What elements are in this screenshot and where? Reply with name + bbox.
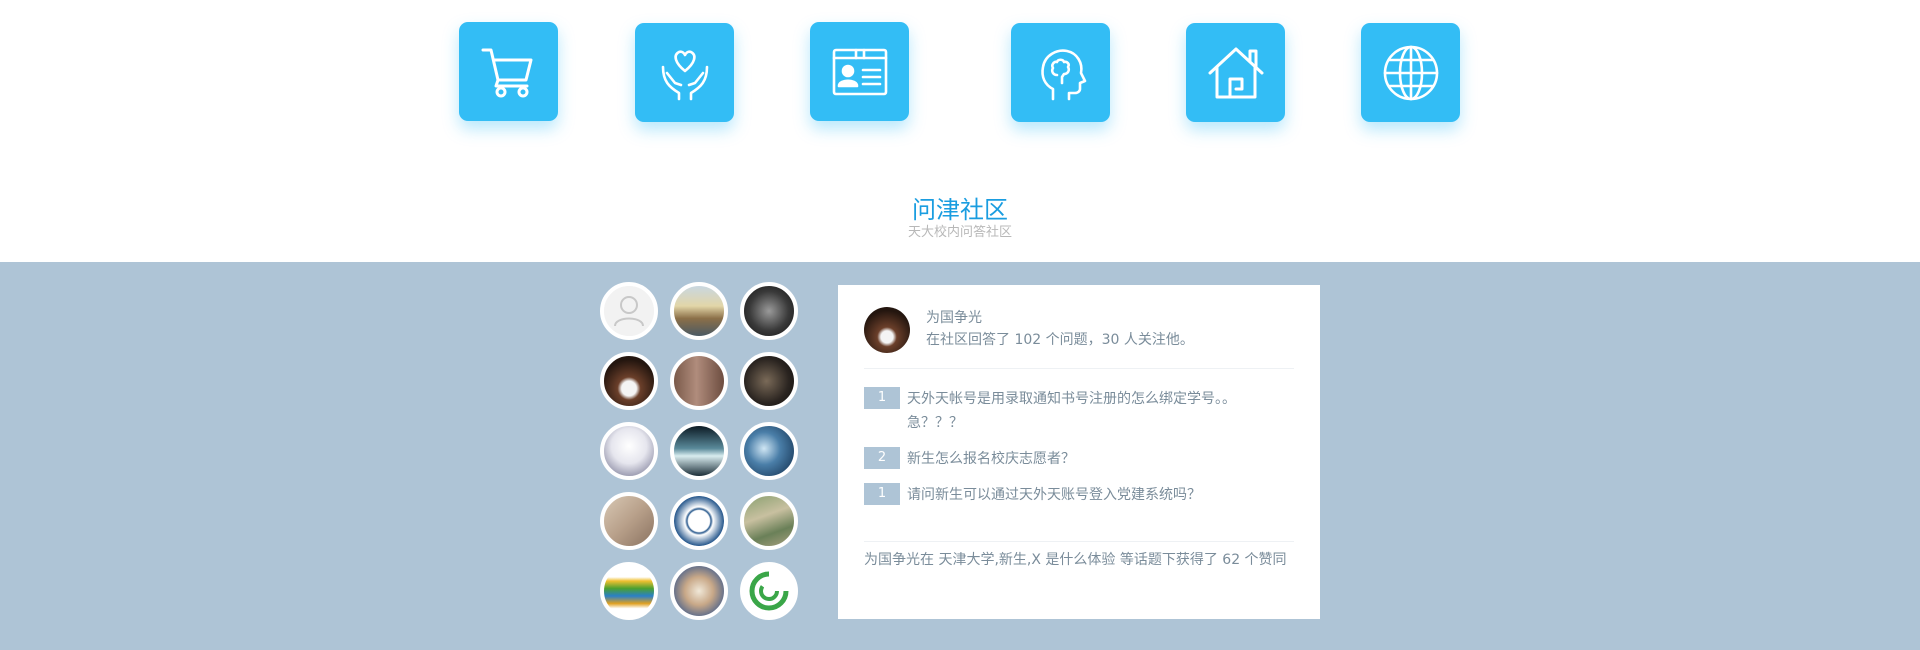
avatar-door[interactable] (670, 352, 728, 410)
home-tile[interactable] (1186, 23, 1285, 122)
list-item[interactable]: 1 请问新生可以通过天外天账号登入党建系统吗？ (864, 483, 1294, 507)
id-card-icon (832, 48, 887, 95)
user-card-header: 为国争光 在社区回答了 102 个问题，30 人关注他。 (864, 307, 1294, 369)
avatar-university-seal[interactable] (670, 492, 728, 550)
globe-icon (1383, 45, 1438, 100)
list-item[interactable]: 1 天外天帐号是用录取通知书号注册的怎么绑定学号。。急？？？ (864, 387, 1294, 435)
avatar-default[interactable] (600, 282, 658, 340)
avatar-aerial-campus[interactable] (740, 492, 798, 550)
avatar-basketball-player[interactable] (600, 352, 658, 410)
home-icon (1208, 47, 1263, 98)
list-item[interactable]: 2 新生怎么报名校庆志愿者？ (864, 447, 1294, 471)
user-card: 为国争光 在社区回答了 102 个问题，30 人关注他。 1 天外天帐号是用录取… (838, 285, 1320, 619)
globe-tile[interactable] (1361, 23, 1460, 122)
avatar-blue-abstract[interactable] (740, 422, 798, 480)
question-list: 1 天外天帐号是用录取通知书号注册的怎么绑定学号。。急？？？ 2 新生怎么报名校… (864, 387, 1294, 542)
community-panel: 为国争光 在社区回答了 102 个问题，30 人关注他。 1 天外天帐号是用录取… (0, 262, 1920, 650)
community-subtitle: 天大校内问答社区 (907, 225, 1012, 240)
green-ring-icon (749, 571, 789, 611)
avatar-cartoon-group[interactable] (670, 562, 728, 620)
user-name[interactable]: 为国争光 (926, 307, 1194, 329)
avatar-green-circle-logo[interactable] (740, 562, 798, 620)
question-link[interactable]: 新生怎么报名校庆志愿者？ (907, 447, 1267, 471)
heart-in-hands-icon (661, 49, 708, 100)
id-card-tile[interactable] (810, 22, 909, 121)
heart-in-hands-tile[interactable] (635, 23, 734, 122)
avatar-dark-photo[interactable] (740, 352, 798, 410)
user-card-info: 为国争光 在社区回答了 102 个问题，30 人关注他。 (926, 307, 1194, 351)
shopping-cart-icon (481, 48, 532, 97)
avatar-anime-character[interactable] (600, 422, 658, 480)
user-stats: 在社区回答了 102 个问题，30 人关注他。 (926, 332, 1194, 348)
section-title: 问津社区 天大校内问答社区 (0, 195, 1920, 241)
head-brain-tile[interactable] (1011, 23, 1110, 122)
question-link[interactable]: 天外天帐号是用录取通知书号注册的怎么绑定学号。。急？？？ (907, 387, 1267, 435)
user-likes-summary: 为国争光在 天津大学,新生,X 是什么体验 等话题下获得了 62 个赞同 (864, 552, 1287, 568)
shopping-cart-tile[interactable] (459, 22, 558, 121)
avatar-landscape[interactable] (670, 282, 728, 340)
avatar-books[interactable] (600, 562, 658, 620)
default-user-icon (604, 286, 654, 336)
answer-count-badge: 1 (864, 387, 900, 409)
user-card-avatar[interactable] (864, 307, 910, 353)
avatar-mountain[interactable] (670, 422, 728, 480)
head-brain-icon (1040, 48, 1086, 100)
community-title[interactable]: 问津社区 (0, 195, 1920, 225)
answer-count-badge: 2 (864, 447, 900, 469)
question-link[interactable]: 请问新生可以通过天外天账号登入党建系统吗？ (907, 483, 1267, 507)
avatar-spurs-logo[interactable] (740, 282, 798, 340)
answer-count-badge: 1 (864, 483, 900, 505)
feature-icon-row (0, 22, 1920, 122)
avatar-sculpture[interactable] (600, 492, 658, 550)
